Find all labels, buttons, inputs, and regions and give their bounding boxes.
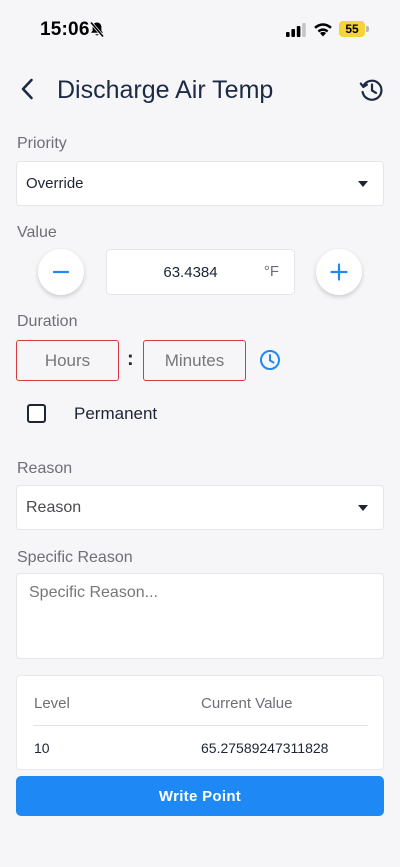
plus-icon (330, 263, 348, 281)
value-field[interactable]: °F (106, 249, 295, 295)
increment-button[interactable] (316, 249, 362, 295)
permanent-checkbox[interactable] (27, 404, 46, 423)
specific-reason-field[interactable] (16, 573, 384, 659)
minutes-input[interactable] (144, 341, 245, 380)
minus-icon (53, 270, 69, 274)
status-bar: 15:06 55 (0, 0, 400, 58)
status-time: 15:06 (40, 19, 90, 40)
history-clock-icon[interactable] (358, 76, 386, 104)
hours-input[interactable] (17, 341, 118, 380)
reason-selected-value: Reason (26, 499, 82, 516)
caret-down-icon (358, 505, 368, 511)
priority-label: Priority (17, 135, 67, 152)
chevron-left-icon (21, 78, 33, 100)
value-input[interactable] (107, 250, 262, 294)
permanent-label: Permanent (74, 404, 158, 423)
clock-icon[interactable] (259, 349, 281, 371)
hours-field[interactable] (16, 340, 119, 381)
specific-reason-input[interactable] (17, 574, 383, 658)
cell-level: 10 (34, 740, 50, 756)
cell-current-value: 65.27589247311828 (201, 740, 329, 756)
duration-separator: : (127, 348, 134, 370)
write-point-button[interactable]: Write Point (16, 776, 384, 816)
back-button[interactable] (12, 74, 42, 104)
reason-dropdown[interactable]: Reason (16, 485, 384, 530)
minutes-field[interactable] (143, 340, 246, 381)
bell-slash-icon (89, 21, 105, 38)
write-point-screen: 15:06 55 Discharge Air Temp Priority Ove… (0, 0, 400, 867)
specific-reason-label: Specific Reason (17, 549, 133, 566)
value-unit: °F (263, 263, 279, 280)
levels-table: Level Current Value 10 65.27589247311828 (16, 675, 384, 770)
cellular-signal-icon (286, 23, 306, 37)
column-header-current-value: Current Value (201, 695, 293, 712)
decrement-button[interactable] (38, 249, 84, 295)
value-label: Value (17, 224, 57, 241)
page-title: Discharge Air Temp (57, 76, 274, 104)
column-header-level: Level (34, 695, 70, 712)
reason-label: Reason (17, 460, 73, 477)
wifi-icon (314, 23, 332, 37)
priority-selected-value: Override (26, 175, 84, 192)
table-divider (33, 725, 368, 726)
priority-dropdown[interactable]: Override (16, 161, 384, 206)
battery-level: 55 (345, 22, 359, 36)
duration-label: Duration (17, 313, 78, 330)
battery-icon: 55 (339, 21, 369, 37)
caret-down-icon (358, 181, 368, 187)
